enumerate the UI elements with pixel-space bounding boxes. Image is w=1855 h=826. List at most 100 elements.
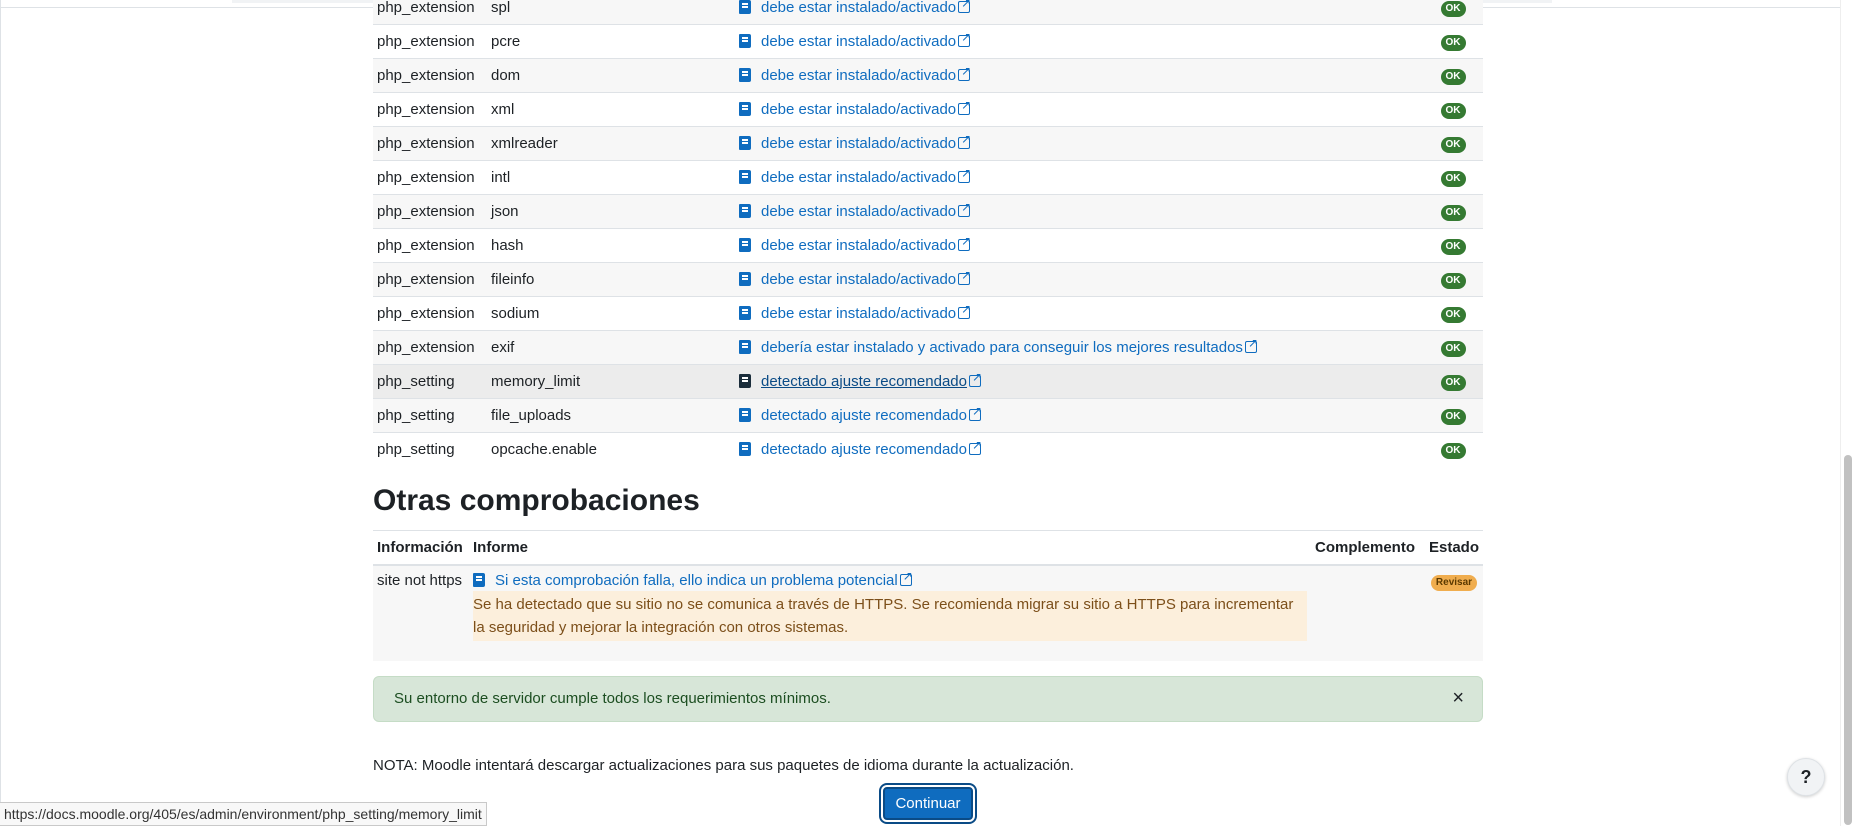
row-report-link[interactable]: debe estar instalado/activado	[761, 135, 956, 152]
external-link-icon	[958, 64, 971, 81]
external-link-icon	[958, 302, 971, 319]
table-row: php_extension fileinfo debe estar instalad…	[373, 262, 1483, 297]
row-report-link[interactable]: debe estar instalado/activado	[761, 305, 956, 322]
other-checks-table: Información Informe Complemento Estado s…	[373, 530, 1483, 661]
row-report-cell: debe estar instalado/activado	[735, 262, 1423, 297]
row-report-link[interactable]: debe estar instalado/activado	[761, 271, 956, 288]
status-badge: OK	[1440, 409, 1466, 425]
row-name: memory_limit	[487, 364, 735, 399]
environment-table: php_extension spl debe estar instalado/act…	[373, 0, 1483, 466]
book-icon	[739, 0, 751, 14]
table-row: php_extension intl debe estar instalado/ac…	[373, 160, 1483, 195]
status-badge: Revisar	[1430, 575, 1478, 591]
row-status-cell: OK	[1423, 296, 1483, 331]
row-status-cell: OK	[1423, 194, 1483, 229]
table-row: php_extension dom debe estar instalado/act…	[373, 58, 1483, 93]
link-status-bar: https://docs.moodle.org/405/es/admin/env…	[0, 802, 487, 826]
row-type: php_extension	[373, 330, 487, 365]
status-badge: OK	[1440, 307, 1466, 323]
book-icon	[739, 136, 751, 150]
row-report-cell: debe estar instalado/activado	[735, 92, 1423, 127]
row-type: php_setting	[373, 432, 487, 466]
row-report-cell: detectado ajuste recomendado	[735, 398, 1423, 433]
book-icon	[739, 306, 751, 320]
table-row: php_extension hash debe estar instalado/ac…	[373, 228, 1483, 263]
col-report-header: Informe	[469, 530, 1311, 566]
external-link-icon	[958, 200, 971, 217]
row-report-cell: debería estar instalado y activado para …	[735, 330, 1423, 365]
status-badge: OK	[1440, 273, 1466, 289]
status-badge: OK	[1440, 69, 1466, 85]
row-name: file_uploads	[487, 398, 735, 433]
status-badge: OK	[1440, 35, 1466, 51]
row-report-link[interactable]: debe estar instalado/activado	[761, 169, 956, 186]
row-name: xmlreader	[487, 126, 735, 161]
scrollbar[interactable]	[1840, 0, 1855, 826]
row-name: xml	[487, 92, 735, 127]
book-icon	[739, 204, 751, 218]
status-badge: OK	[1440, 205, 1466, 221]
row-status-cell: OK	[1423, 160, 1483, 195]
close-icon[interactable]: ×	[1452, 687, 1464, 710]
table-row: php_extension json debe estar instalado/ac…	[373, 194, 1483, 229]
row-status-cell: OK	[1423, 24, 1483, 59]
status-badge: OK	[1440, 103, 1466, 119]
book-icon	[739, 374, 751, 388]
table-row: php_extension xmlreader debe estar instala…	[373, 126, 1483, 161]
row-status-cell: OK	[1423, 0, 1483, 25]
language-pack-note: NOTA: Moodle intentará descargar actuali…	[373, 757, 1074, 774]
external-link-icon	[958, 0, 971, 13]
row-report-text: debe estar instalado/activado	[761, 271, 957, 288]
row-type: php_extension	[373, 194, 487, 229]
check-report-link[interactable]: Si esta comprobación falla, ello indica …	[495, 572, 898, 589]
row-report-cell: debe estar instalado/activado	[735, 296, 1423, 331]
check-plugin	[1310, 565, 1425, 661]
row-type: php_extension	[373, 126, 487, 161]
row-report-text: debe estar instalado/activado	[761, 305, 957, 322]
table-row: php_extension xml debe estar instalado/act…	[373, 92, 1483, 127]
external-link-icon	[958, 98, 971, 115]
row-name: dom	[487, 58, 735, 93]
row-status-cell: OK	[1423, 432, 1483, 466]
scrollbar-thumb[interactable]	[1844, 455, 1852, 825]
row-report-link[interactable]: debe estar instalado/activado	[761, 33, 956, 50]
row-report-text: debe estar instalado/activado	[761, 101, 957, 118]
left-border	[0, 0, 1, 826]
row-report-link[interactable]: detectado ajuste recomendado	[761, 441, 967, 458]
row-report-link[interactable]: debe estar instalado/activado	[761, 67, 956, 84]
status-badge: OK	[1440, 375, 1466, 391]
external-link-icon	[958, 132, 971, 149]
row-type: php_extension	[373, 160, 487, 195]
row-report-text: debería estar instalado y activado para …	[761, 339, 1243, 356]
col-status-header: Estado	[1424, 530, 1483, 566]
row-report-cell: detectado ajuste recomendado	[735, 432, 1423, 466]
continue-button[interactable]: Continuar	[883, 787, 973, 820]
external-link-icon	[958, 268, 971, 285]
help-button[interactable]: ?	[1787, 758, 1825, 796]
table-row: php_setting file_uploads detectado ajuste …	[373, 398, 1483, 433]
row-report-cell: debe estar instalado/activado	[735, 58, 1423, 93]
book-icon	[739, 238, 751, 252]
row-name: exif	[487, 330, 735, 365]
row-report-link[interactable]: detectado ajuste recomendado	[761, 407, 967, 424]
table-row: php_extension pcre debe estar instalado/ac…	[373, 24, 1483, 59]
row-report-cell: debe estar instalado/activado	[735, 126, 1423, 161]
row-type: php_extension	[373, 24, 487, 59]
row-report-link[interactable]: debe estar instalado/activado	[761, 203, 956, 220]
book-icon	[739, 340, 751, 354]
https-warning-notice: Se ha detectado que su sitio no se comun…	[473, 591, 1307, 641]
row-report-link[interactable]: debe estar instalado/activado	[761, 101, 956, 118]
row-report-link[interactable]: debe estar instalado/activado	[761, 0, 956, 16]
row-type: php_extension	[373, 228, 487, 263]
table-row: php_setting memory_limit detectado ajuste …	[373, 364, 1483, 399]
table-row: site not https Si esta comprobación fall…	[373, 565, 1483, 661]
continue-button-wrap: Continuar	[373, 787, 1483, 820]
row-report-cell: detectado ajuste recomendado	[735, 364, 1423, 399]
row-report-link[interactable]: detectado ajuste recomendado	[761, 373, 967, 390]
table-row: php_extension exif debería estar instalado…	[373, 330, 1483, 365]
row-report-text: detectado ajuste recomendado	[761, 441, 967, 458]
table-row: php_extension sodium debe estar instalado/…	[373, 296, 1483, 331]
status-badge: OK	[1440, 341, 1466, 357]
row-report-link[interactable]: debería estar instalado y activado para …	[761, 339, 1243, 356]
row-report-link[interactable]: debe estar instalado/activado	[761, 237, 956, 254]
